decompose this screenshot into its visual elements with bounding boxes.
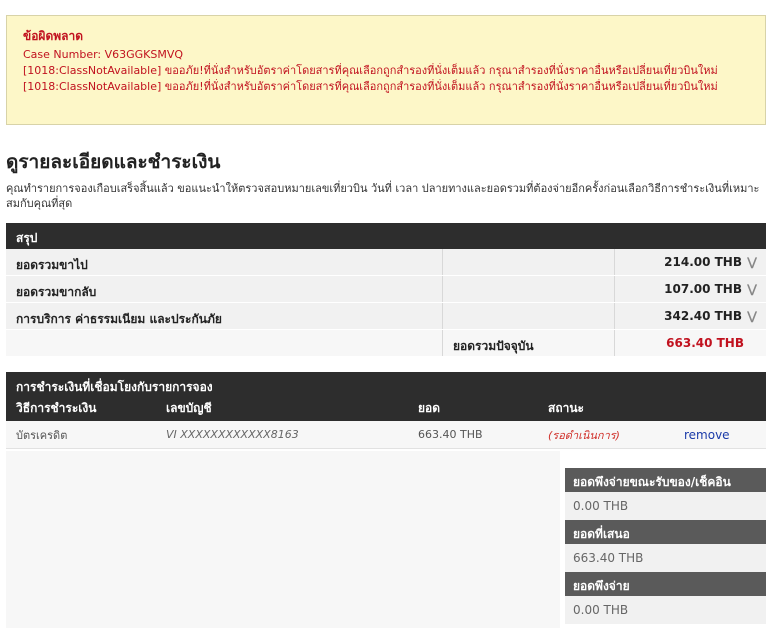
due-at-checkin-value: 0.00 THB: [565, 492, 766, 520]
summary-row-return: ยอดรวมขากลับ 107.00 THB ⋁: [6, 276, 766, 303]
table-row: บัตรเครดิต VI XXXXXXXXXXXX8163 663.40 TH…: [6, 421, 766, 449]
summary-header: สรุป: [6, 223, 766, 249]
empty-area: [6, 451, 560, 628]
summary-total-label: ยอดรวมปัจจุบัน: [443, 330, 615, 356]
summary-row-outbound: ยอดรวมขาไป 214.00 THB ⋁: [6, 249, 766, 276]
summary-row-amount: 107.00 THB: [664, 282, 742, 296]
payment-status: (รอดำเนินการ): [548, 428, 620, 442]
summary-row-spacer: [443, 303, 615, 329]
remove-payment-link[interactable]: remove: [684, 428, 730, 442]
summary-row-amount: 342.40 THB: [664, 309, 742, 323]
intro-text: คุณทำรายการจองเกือบเสร็จสิ้นแล้ว ขอแนะนำ…: [6, 182, 760, 210]
column-action: [684, 399, 766, 418]
column-account: เลขบัญชี: [166, 401, 212, 415]
page-title: ดูรายละเอียดและชำระเงิน: [6, 151, 221, 173]
chevron-double-down-icon[interactable]: ⋁: [746, 256, 758, 268]
column-method: วิธีการชำระเงิน: [16, 401, 97, 415]
chevron-double-down-icon[interactable]: ⋁: [746, 283, 758, 295]
summary-row-amount: 214.00 THB: [664, 255, 742, 269]
linked-payments-header: การชำระเงินที่เชื่อมโยงกับรายการจอง วิธี…: [6, 372, 766, 421]
summary-row-total: ยอดรวมปัจจุบัน 663.40 THB: [6, 330, 766, 357]
error-title: ข้อผิดพลาด: [23, 29, 84, 43]
summary-row-label: ยอดรวมขาไป: [6, 249, 443, 275]
payment-account: VI XXXXXXXXXXXX8163: [166, 428, 299, 441]
payable-value: 0.00 THB: [565, 596, 766, 624]
error-message: [1018:ClassNotAvailable] ขออภัย!ที่นั่งส…: [23, 80, 718, 93]
offered-value: 663.40 THB: [565, 544, 766, 572]
summary-row-amount-cell: 214.00 THB ⋁: [615, 249, 766, 275]
chevron-double-down-icon[interactable]: ⋁: [746, 310, 758, 322]
error-message: [1018:ClassNotAvailable] ขออภัย!ที่นั่งส…: [23, 64, 718, 77]
summary-row-spacer: [443, 249, 615, 275]
offered-label: ยอดที่เสนอ: [565, 520, 766, 544]
linked-payments-table: การชำระเงินที่เชื่อมโยงกับรายการจอง วิธี…: [6, 372, 766, 449]
summary-row-amount-cell: 342.40 THB ⋁: [615, 303, 766, 329]
summary-table: สรุป ยอดรวมขาไป 214.00 THB ⋁ ยอดรวมขากลั…: [6, 223, 766, 357]
error-panel: ข้อผิดพลาด Case Number: V63GGKSMVQ [1018…: [6, 15, 766, 125]
summary-row-amount-cell: 107.00 THB ⋁: [615, 276, 766, 302]
summary-row-label: การบริการ ค่าธรรมเนียม และประกันภัย: [6, 303, 443, 329]
linked-payments-title: การชำระเงินที่เชื่อมโยงกับรายการจอง: [16, 380, 213, 394]
balance-panel: ยอดพึงจ่ายขณะรับของ/เช็คอิน 0.00 THB ยอด…: [565, 468, 766, 624]
due-at-checkin-label: ยอดพึงจ่ายขณะรับของ/เช็คอิน: [565, 468, 766, 492]
linked-payments-columns: วิธีการชำระเงิน เลขบัญชี ยอด สถานะ: [6, 396, 766, 418]
summary-row-services: การบริการ ค่าธรรมเนียม และประกันภัย 342.…: [6, 303, 766, 330]
summary-total-spacer: [6, 330, 443, 356]
summary-row-spacer: [443, 276, 615, 302]
summary-row-label: ยอดรวมขากลับ: [6, 276, 443, 302]
column-amount: ยอด: [418, 401, 441, 415]
error-case-number: Case Number: V63GGKSMVQ: [23, 48, 184, 61]
summary-total-amount: 663.40 THB: [666, 336, 744, 350]
column-status: สถานะ: [548, 401, 584, 415]
payment-amount: 663.40 THB: [418, 428, 483, 441]
payment-method: บัตรเครดิต: [16, 428, 68, 442]
payable-label: ยอดพึงจ่าย: [565, 572, 766, 596]
